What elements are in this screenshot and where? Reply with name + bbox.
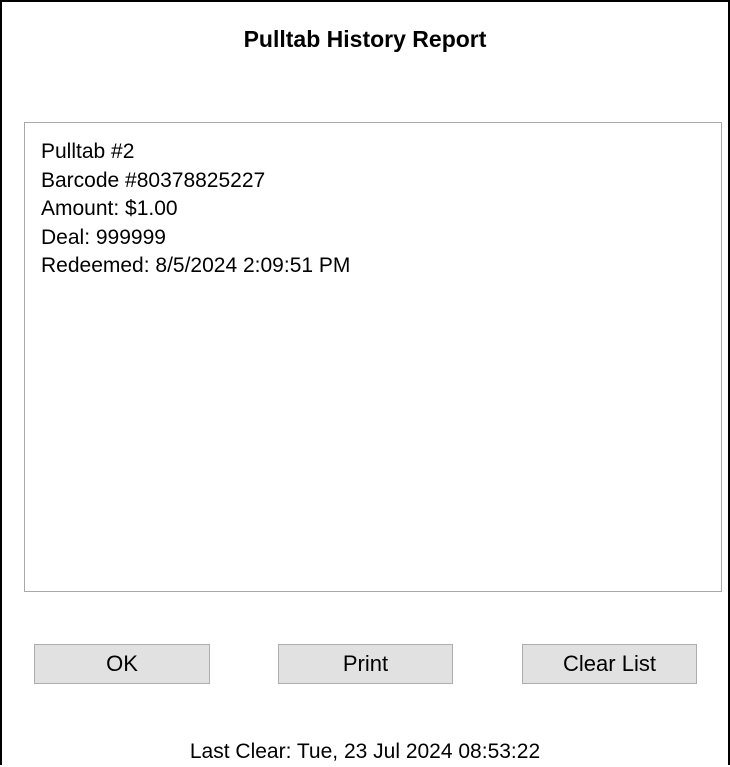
report-listbox[interactable]: Pulltab #2 Barcode #80378825227 Amount: … [24,122,722,592]
report-line-barcode: Barcode #80378825227 [41,168,266,192]
print-button[interactable]: Print [278,644,453,684]
pulltab-history-dialog: Pulltab History Report Pulltab #2 Barcod… [0,0,730,765]
clear-list-button[interactable]: Clear List [522,644,697,684]
report-line-deal: Deal: 999999 [41,225,166,249]
report-line-amount: Amount: $1.00 [41,197,178,220]
report-line-pulltab: Pulltab #2 [41,140,135,163]
ok-button[interactable]: OK [34,644,210,684]
report-line-redeemed: Redeemed: 8/5/2024 2:09:51 PM [41,254,351,277]
last-clear-status: Last Clear: Tue, 23 Jul 2024 08:53:22 [189,740,541,763]
dialog-title: Pulltab History Report [243,26,487,52]
